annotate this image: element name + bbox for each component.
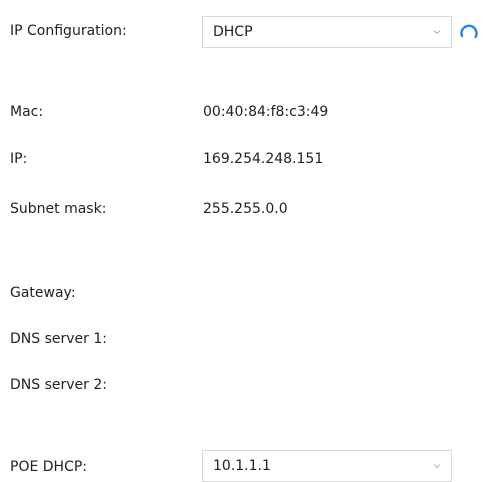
dns-server-2-label: DNS server 2: (10, 377, 107, 393)
mac-value: 00:40:84:f8:c3:49 (203, 104, 329, 120)
chevron-down-icon (433, 30, 441, 35)
gateway-label: Gateway: (10, 285, 76, 301)
poe-dhcp-label: POE DHCP: (10, 459, 87, 475)
ip-configuration-select[interactable]: DHCP (202, 16, 452, 48)
poe-dhcp-select[interactable]: 10.1.1.1 (202, 450, 452, 482)
ip-label: IP: (10, 151, 28, 167)
ip-configuration-selected-value: DHCP (213, 24, 253, 40)
ip-configuration-label: IP Configuration: (10, 23, 127, 39)
chevron-down-icon (433, 464, 441, 469)
subnet-mask-label: Subnet mask: (10, 201, 107, 217)
subnet-mask-value: 255.255.0.0 (203, 201, 288, 217)
poe-dhcp-selected-value: 10.1.1.1 (213, 458, 271, 474)
mac-label: Mac: (10, 104, 44, 120)
dns-server-1-label: DNS server 1: (10, 331, 107, 347)
ip-value: 169.254.248.151 (203, 151, 324, 167)
spinner-icon (460, 24, 478, 39)
